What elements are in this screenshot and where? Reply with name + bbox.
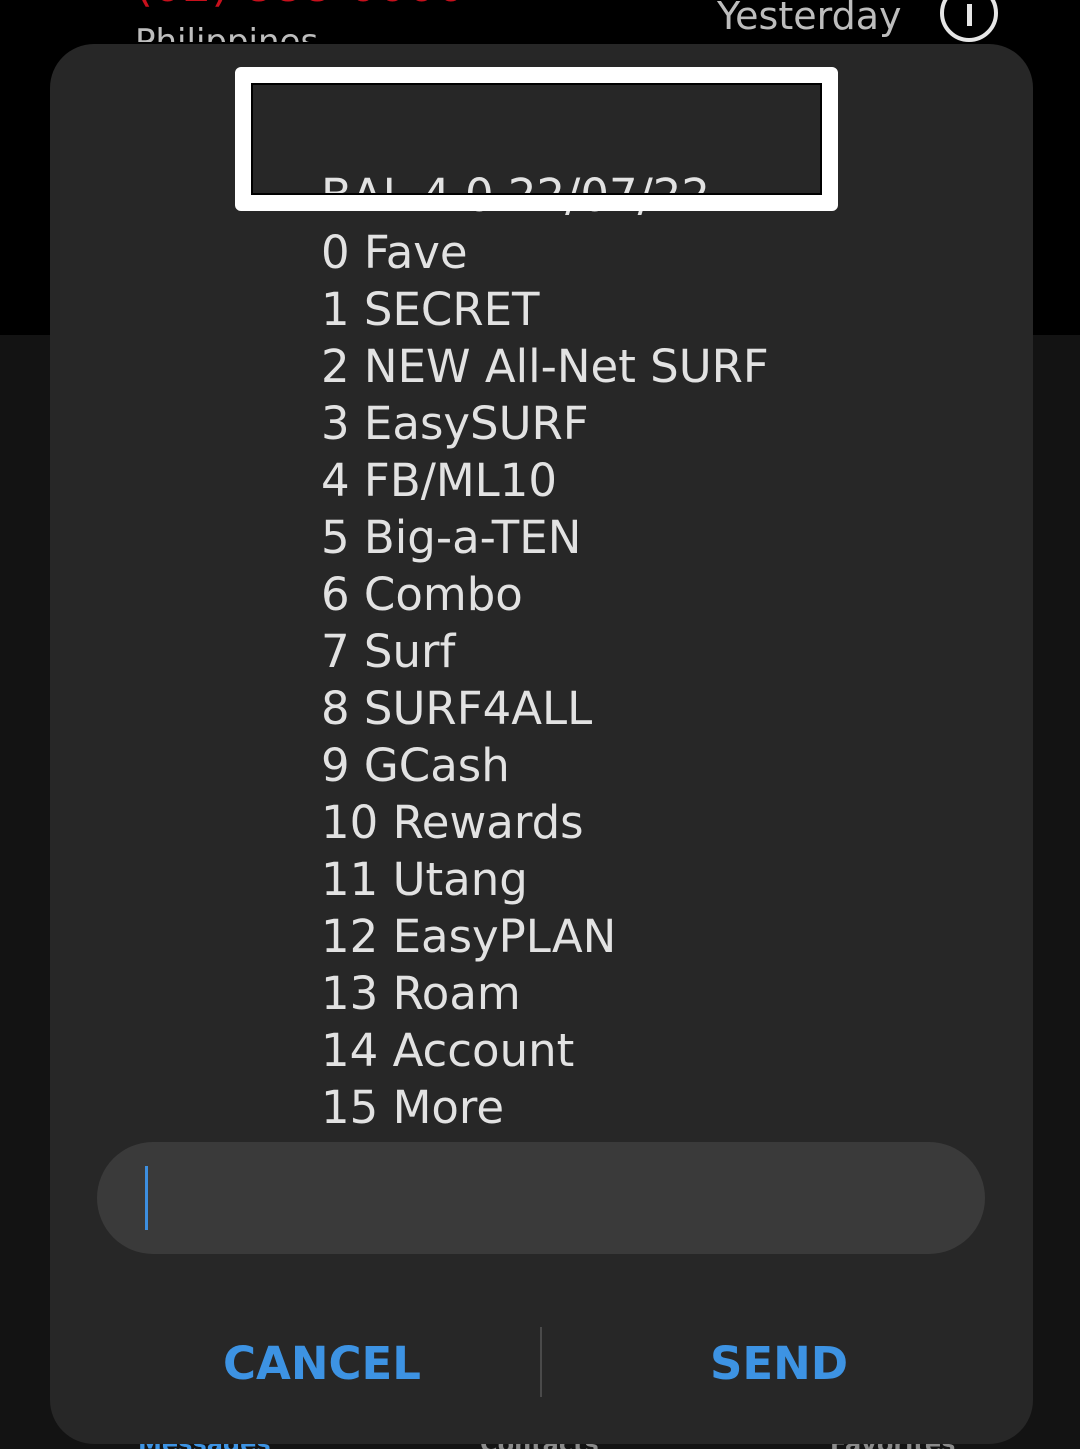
highlight-box-annotation (235, 67, 838, 211)
header-phone-number: (02) 888-0000 (135, 0, 466, 12)
message-line: 15 More (321, 1081, 505, 1134)
message-line: 1 SECRET (321, 283, 540, 336)
message-line: 4 FB/ML10 (321, 454, 558, 507)
header-subtitle: Philippines (135, 22, 319, 42)
cancel-button[interactable]: CANCEL (223, 1334, 421, 1394)
message-line: 11 Utang (321, 853, 528, 906)
send-button[interactable]: SEND (710, 1334, 848, 1394)
message-line: 14 Account (321, 1024, 575, 1077)
message-timestamp: Yesterday (717, 0, 902, 38)
ussd-message: BAL 4.0 22/07/22 0 Fave 1 SECRET 2 NEW A… (321, 167, 769, 1136)
reply-input[interactable] (97, 1142, 985, 1254)
message-line: 7 Surf (321, 625, 456, 678)
message-line: 13 Roam (321, 967, 521, 1020)
message-line: 3 EasySURF (321, 397, 589, 450)
message-line: 10 Rewards (321, 796, 584, 849)
message-line: 12 EasyPLAN (321, 910, 617, 963)
message-line: 5 Big-a-TEN (321, 511, 582, 564)
message-line: 8 SURF4ALL (321, 682, 593, 735)
button-divider (540, 1327, 542, 1397)
info-icon-stem (967, 4, 972, 26)
message-line: 9 GCash (321, 739, 510, 792)
message-line: 0 Fave (321, 226, 468, 279)
message-line: 2 NEW All-Net SURF (321, 340, 769, 393)
highlight-box-inner (251, 83, 822, 195)
ussd-dialog: BAL 4.0 22/07/22 0 Fave 1 SECRET 2 NEW A… (50, 44, 1033, 1444)
message-line: 6 Combo (321, 568, 523, 621)
text-cursor (145, 1166, 148, 1230)
